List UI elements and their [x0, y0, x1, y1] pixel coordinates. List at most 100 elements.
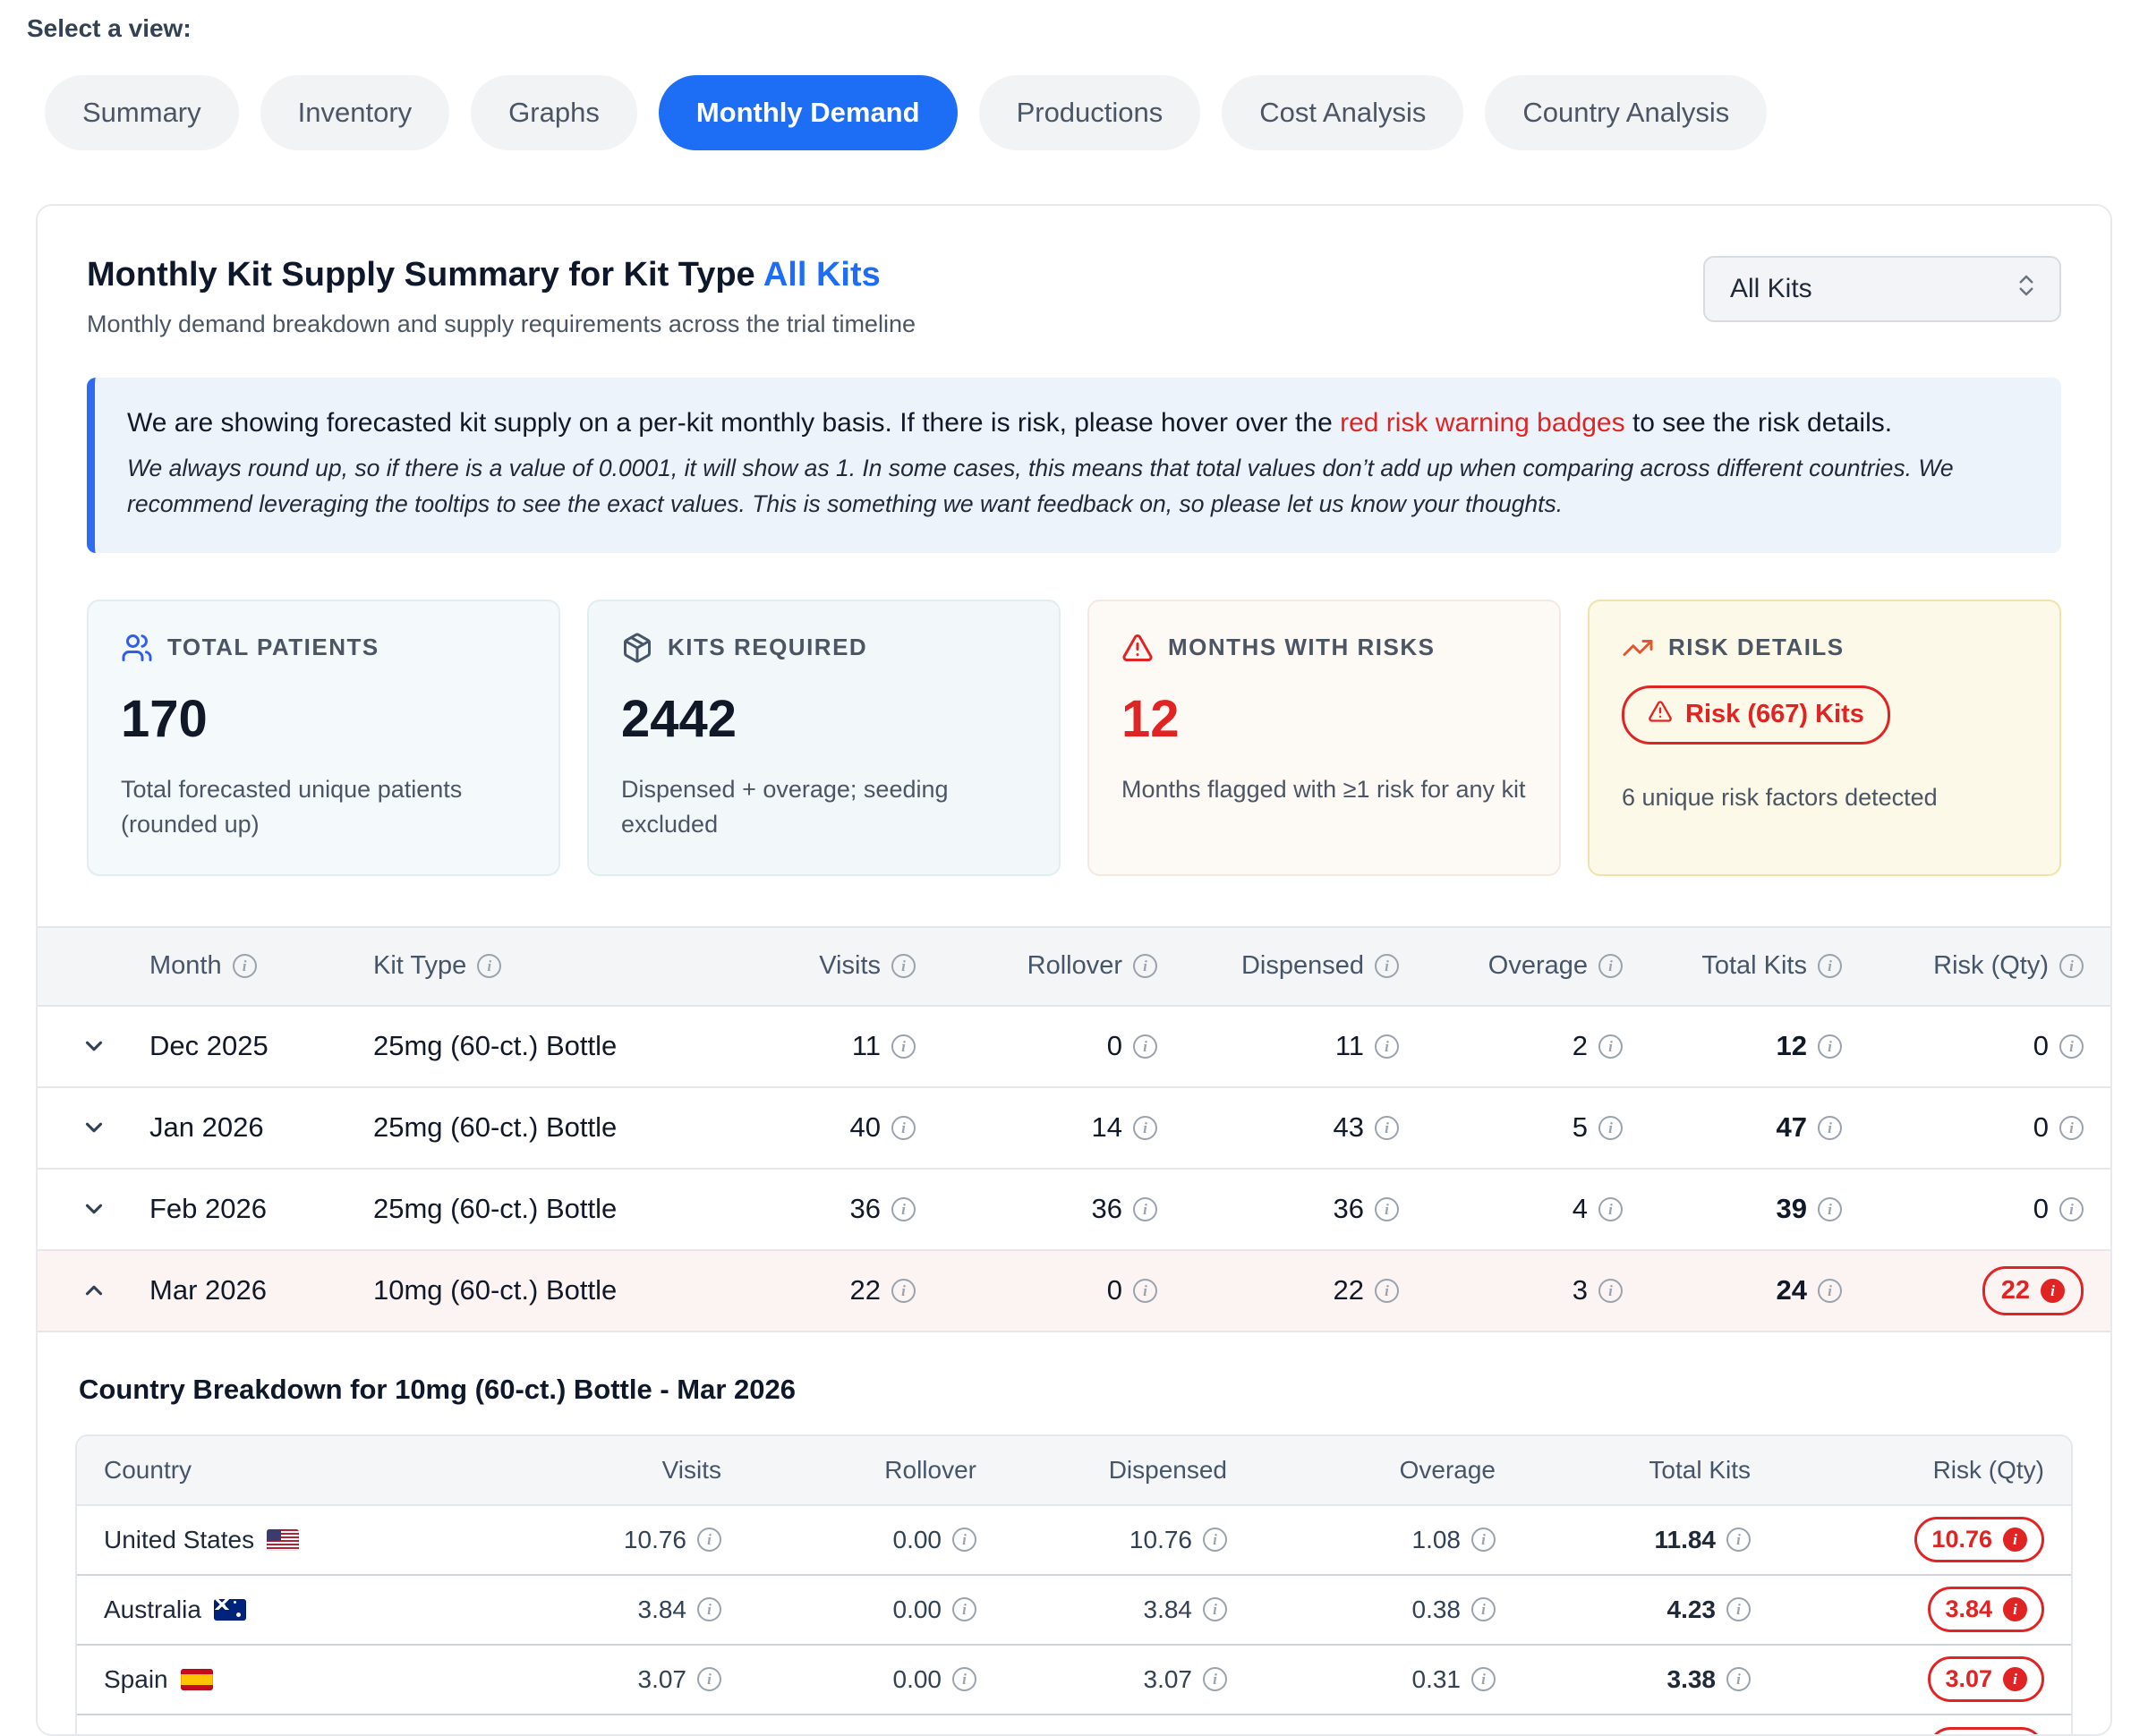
- total-kits-value: 47: [1777, 1111, 1807, 1144]
- info-icon[interactable]: [1471, 1528, 1496, 1552]
- info-icon[interactable]: [477, 954, 501, 978]
- info-icon[interactable]: [1598, 1279, 1623, 1303]
- dispensed-value: 10.76: [1129, 1526, 1192, 1554]
- overage-value: 5: [1573, 1111, 1588, 1144]
- panel-header: Monthly Kit Supply Summary for Kit Type …: [87, 206, 2061, 338]
- info-icon[interactable]: [1818, 954, 1842, 978]
- info-icon[interactable]: [1726, 1667, 1751, 1691]
- info-icon[interactable]: [1133, 1116, 1157, 1140]
- info-icon[interactable]: [952, 1667, 976, 1691]
- info-icon: [2003, 1597, 2027, 1621]
- info-icon[interactable]: [1203, 1597, 1227, 1621]
- chevron-down-icon[interactable]: [38, 1033, 149, 1059]
- kit-type-cell: 10mg (60-ct.) Bottle: [373, 1274, 701, 1306]
- col-header-rollover: Rollover: [721, 1456, 976, 1485]
- info-icon[interactable]: [697, 1528, 721, 1552]
- info-icon[interactable]: [1133, 1197, 1157, 1221]
- chevron-up-icon[interactable]: [38, 1277, 149, 1304]
- risk-kits-badge-label: Risk (667) Kits: [1685, 700, 1864, 729]
- info-icon[interactable]: [1375, 1034, 1399, 1059]
- tab-graphs[interactable]: Graphs: [471, 75, 637, 150]
- chevron-down-icon[interactable]: [38, 1196, 149, 1222]
- table-row-mar-2026[interactable]: Mar 2026 10mg (60-ct.) Bottle 22 0 22 3 …: [38, 1251, 2110, 1332]
- total-kits-value: 4.23: [1667, 1596, 1717, 1624]
- table-row-jan-2026[interactable]: Jan 2026 25mg (60-ct.) Bottle 40 14 43 5…: [38, 1088, 2110, 1170]
- visits-value: 10.76: [624, 1526, 686, 1554]
- visits-value: 11: [852, 1030, 881, 1062]
- tab-monthly-demand[interactable]: Monthly Demand: [659, 75, 958, 150]
- info-icon[interactable]: [1726, 1528, 1751, 1552]
- tab-cost-analysis[interactable]: Cost Analysis: [1222, 75, 1463, 150]
- risk-warning-badge[interactable]: 10.76: [1914, 1517, 2044, 1562]
- col-header-overage: Overage: [1227, 1456, 1496, 1485]
- rollover-value: 0.00: [893, 1526, 942, 1554]
- info-icon: [2003, 1528, 2027, 1552]
- info-icon[interactable]: [1375, 954, 1399, 978]
- info-icon[interactable]: [2059, 1034, 2084, 1059]
- info-icon[interactable]: [891, 1116, 916, 1140]
- info-icon[interactable]: [1818, 1034, 1842, 1059]
- info-icon[interactable]: [1203, 1528, 1227, 1552]
- info-icon[interactable]: [1375, 1116, 1399, 1140]
- info-icon[interactable]: [1818, 1197, 1842, 1221]
- info-icon[interactable]: [1818, 1279, 1842, 1303]
- col-header-month: Month: [149, 951, 222, 981]
- info-icon[interactable]: [1598, 1034, 1623, 1059]
- risk-warning-badge[interactable]: 3.07: [1928, 1656, 2044, 1702]
- info-icon[interactable]: [1471, 1597, 1496, 1621]
- info-icon[interactable]: [1133, 1279, 1157, 1303]
- alert-triangle-icon: [1121, 632, 1154, 664]
- info-icon[interactable]: [1598, 954, 1623, 978]
- info-icon: [2003, 1667, 2027, 1691]
- kit-type-select-value: All Kits: [1730, 274, 1812, 304]
- stat-cards: TOTAL PATIENTS 170 Total forecasted uniq…: [87, 600, 2061, 876]
- kit-type-cell: 25mg (60-ct.) Bottle: [373, 1030, 701, 1062]
- tab-summary[interactable]: Summary: [45, 75, 239, 150]
- info-icon[interactable]: [1375, 1197, 1399, 1221]
- dispensed-value: 22: [1334, 1274, 1364, 1306]
- package-icon: [621, 632, 653, 664]
- info-icon[interactable]: [2059, 1197, 2084, 1221]
- visits-value: 22: [850, 1274, 881, 1306]
- info-icon[interactable]: [1598, 1116, 1623, 1140]
- tab-country-analysis[interactable]: Country Analysis: [1485, 75, 1767, 150]
- info-icon[interactable]: [891, 1279, 916, 1303]
- info-icon[interactable]: [1375, 1279, 1399, 1303]
- table-row-dec-2025[interactable]: Dec 2025 25mg (60-ct.) Bottle 11 0 11 2 …: [38, 1007, 2110, 1088]
- chevron-down-icon[interactable]: [38, 1114, 149, 1141]
- info-icon[interactable]: [1598, 1197, 1623, 1221]
- info-icon[interactable]: [2059, 1116, 2084, 1140]
- info-icon[interactable]: [233, 954, 257, 978]
- risk-warning-badge[interactable]: 2.69: [1928, 1727, 2044, 1736]
- au-flag-icon: [214, 1599, 246, 1621]
- rollover-value: 14: [1092, 1111, 1122, 1144]
- info-icon[interactable]: [697, 1667, 721, 1691]
- info-icon[interactable]: [1203, 1667, 1227, 1691]
- info-icon[interactable]: [1471, 1667, 1496, 1691]
- risk-kits-badge[interactable]: Risk (667) Kits: [1622, 685, 1890, 745]
- info-icon[interactable]: [891, 1034, 916, 1059]
- col-header-risk-qty: Risk (Qty): [1751, 1456, 2071, 1485]
- info-icon[interactable]: [1133, 954, 1157, 978]
- table-row-feb-2026[interactable]: Feb 2026 25mg (60-ct.) Bottle 36 36 36 4…: [38, 1170, 2110, 1251]
- tab-productions[interactable]: Productions: [979, 75, 1201, 150]
- kit-type-select[interactable]: All Kits: [1703, 256, 2061, 322]
- info-icon[interactable]: [2059, 954, 2084, 978]
- info-icon[interactable]: [1133, 1034, 1157, 1059]
- page-title: Monthly Kit Supply Summary for Kit Type …: [87, 256, 916, 294]
- info-icon[interactable]: [952, 1597, 976, 1621]
- risk-warning-badge[interactable]: 3.84: [1928, 1587, 2044, 1632]
- info-icon[interactable]: [891, 1197, 916, 1221]
- stat-card-risk-details: RISK DETAILS Risk (667) Kits 6 unique ri…: [1588, 600, 2061, 876]
- col-header-dispensed: Dispensed: [976, 1456, 1227, 1485]
- info-icon[interactable]: [891, 954, 916, 978]
- info-icon[interactable]: [952, 1528, 976, 1552]
- info-icon[interactable]: [697, 1597, 721, 1621]
- risk-warning-badge[interactable]: 22: [1982, 1266, 2084, 1315]
- info-icon: [2041, 1279, 2065, 1303]
- tab-inventory[interactable]: Inventory: [260, 75, 450, 150]
- us-flag-icon: [267, 1529, 299, 1551]
- banner-text-red: red risk warning badges: [1340, 408, 1625, 438]
- info-icon[interactable]: [1818, 1116, 1842, 1140]
- info-icon[interactable]: [1726, 1597, 1751, 1621]
